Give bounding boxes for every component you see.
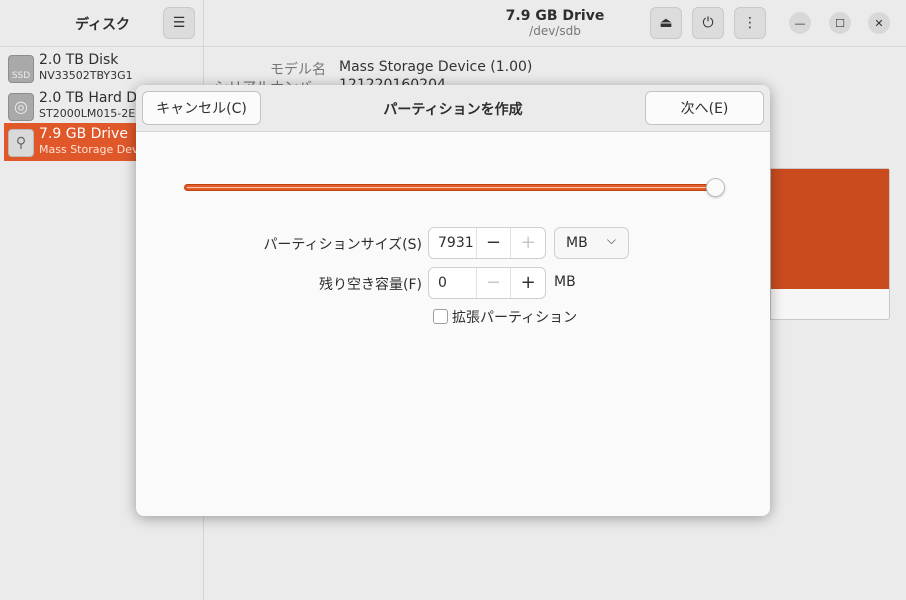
minus-icon: − bbox=[485, 272, 502, 293]
drive-serial: NV33502TBY3G1 bbox=[39, 69, 133, 82]
partition-size-label: パーティションサイズ(S) bbox=[263, 237, 422, 253]
decrease-size-button[interactable]: − bbox=[477, 228, 511, 258]
dialog-header: キャンセル(C) パーティションを作成 次へ(E) bbox=[136, 85, 770, 132]
more-vertical-icon: ⋮ bbox=[743, 15, 757, 31]
minimize-button[interactable]: — bbox=[789, 12, 811, 34]
close-icon: ✕ bbox=[874, 16, 884, 30]
free-space-unit: MB bbox=[554, 274, 576, 290]
free-space-segment[interactable] bbox=[771, 169, 889, 289]
usb-drive-icon: ⚲ bbox=[8, 129, 34, 157]
partition-size-slider[interactable] bbox=[184, 184, 716, 191]
size-unit-dropdown[interactable]: MB ⌵ bbox=[554, 227, 629, 259]
power-icon: ⏻ bbox=[702, 15, 714, 31]
minus-icon: − bbox=[485, 232, 502, 253]
power-off-button[interactable]: ⏻ bbox=[692, 7, 724, 39]
drive-name: 2.0 TB Disk bbox=[39, 52, 119, 68]
ssd-icon: SSD bbox=[8, 55, 34, 83]
model-value: Mass Storage Device (1.00) bbox=[339, 59, 533, 75]
slider-handle[interactable] bbox=[706, 178, 725, 197]
hard-disk-icon: ◎ bbox=[8, 93, 34, 121]
sidebar-header: ディスク ☰ bbox=[0, 0, 203, 47]
plus-icon: + bbox=[520, 232, 536, 253]
eject-icon: ⏏ bbox=[659, 15, 673, 31]
increase-free-button[interactable]: + bbox=[510, 268, 545, 298]
increase-size-button[interactable]: + bbox=[510, 228, 545, 258]
drive-menu-button[interactable]: ⋮ bbox=[734, 7, 766, 39]
main-menu-button[interactable]: ☰ bbox=[163, 7, 195, 39]
size-unit-value: MB bbox=[566, 235, 588, 251]
minimize-icon: — bbox=[794, 16, 806, 30]
eject-button[interactable]: ⏏ bbox=[650, 7, 682, 39]
volume-map[interactable] bbox=[770, 168, 890, 320]
plus-icon: + bbox=[520, 272, 536, 293]
free-space-spinner[interactable]: 0 − + bbox=[428, 267, 546, 299]
partition-size-spinner[interactable]: 7931 − + bbox=[428, 227, 546, 259]
close-button[interactable]: ✕ bbox=[868, 12, 890, 34]
maximize-button[interactable]: ☐ bbox=[829, 12, 851, 34]
drive-name: 7.9 GB Drive bbox=[39, 126, 128, 142]
create-partition-dialog: キャンセル(C) パーティションを作成 次へ(E) パーティションサイズ(S) … bbox=[136, 85, 770, 516]
free-space-input[interactable]: 0 bbox=[429, 268, 477, 298]
free-space-label: 残り空き容量(F) bbox=[319, 277, 422, 293]
model-label: モデル名 bbox=[270, 62, 326, 78]
extended-partition-label[interactable]: 拡張パーティション bbox=[452, 307, 577, 327]
content-header: 7.9 GB Drive /dev/sdb ⏏ ⏻ ⋮ — ☐ ✕ bbox=[204, 0, 906, 47]
extended-partition-checkbox[interactable] bbox=[433, 309, 448, 324]
maximize-icon: ☐ bbox=[835, 16, 845, 30]
decrease-free-button[interactable]: − bbox=[477, 268, 511, 298]
hamburger-menu-icon: ☰ bbox=[172, 15, 186, 31]
disks-window: ディスク ☰ 7.9 GB Drive /dev/sdb ⏏ ⏻ ⋮ — ☐ ✕… bbox=[0, 0, 906, 600]
chevron-down-icon: ⌵ bbox=[606, 233, 616, 247]
partition-size-input[interactable]: 7931 bbox=[429, 228, 477, 258]
sidebar-item-disk-1[interactable]: SSD 2.0 TB Disk NV33502TBY3G1 bbox=[4, 49, 203, 87]
next-button[interactable]: 次へ(E) bbox=[645, 91, 764, 125]
